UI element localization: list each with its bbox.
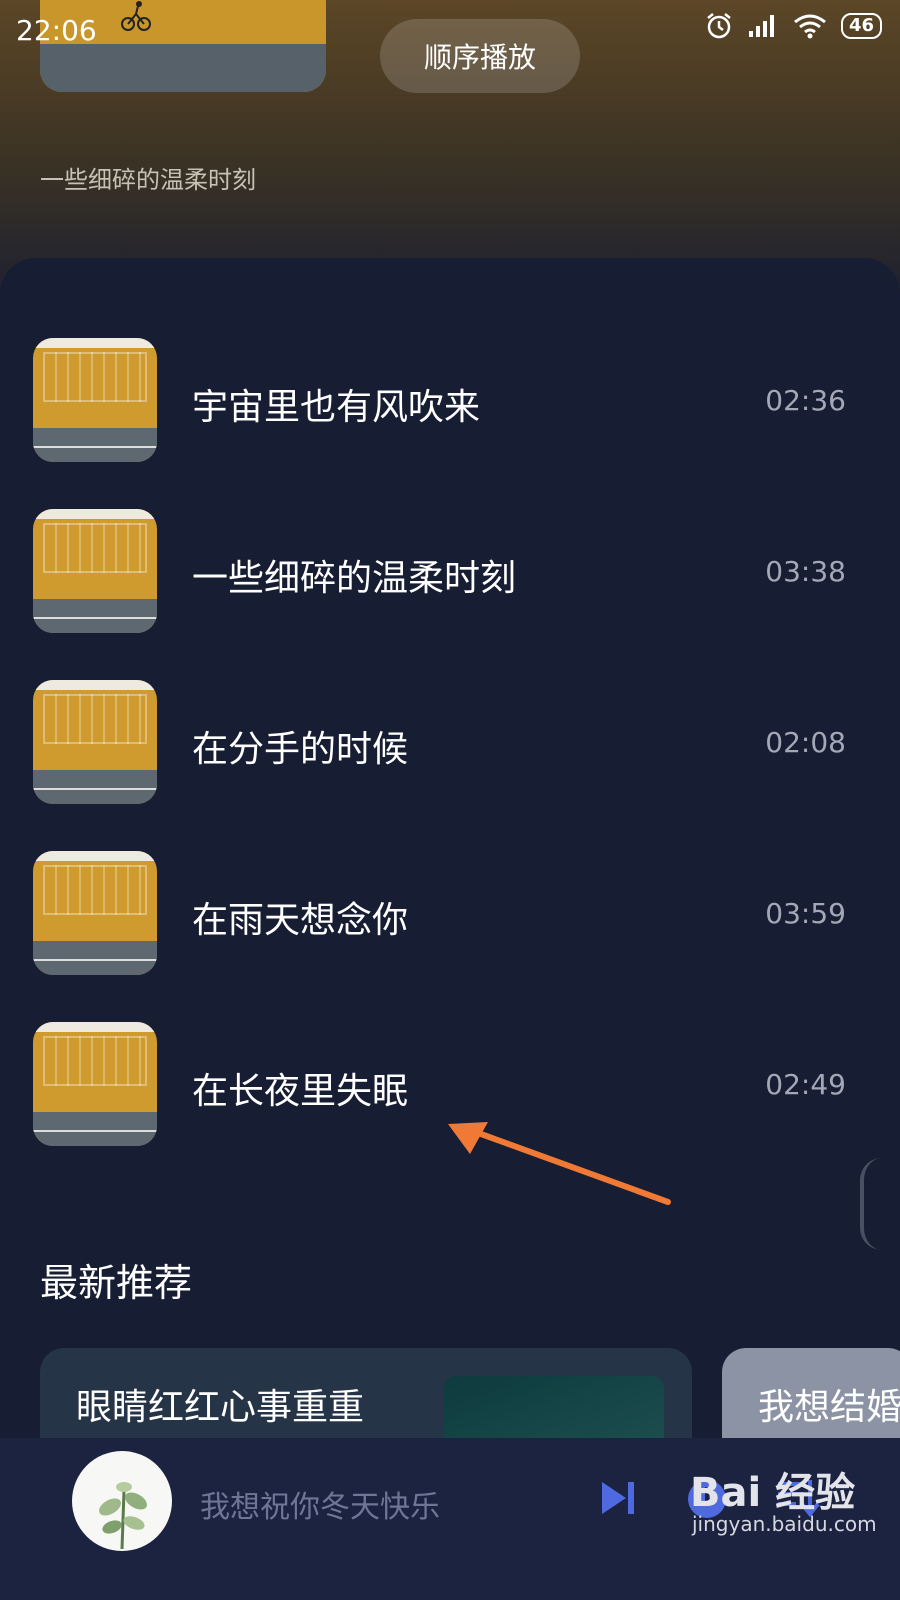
song-title: 在长夜里失眠 xyxy=(192,1071,409,1112)
song-thumbnail xyxy=(33,509,157,633)
thumb-building xyxy=(43,1036,147,1086)
song-row[interactable]: 一些细碎的温柔时刻 03:38 xyxy=(0,509,900,633)
song-thumbnail xyxy=(33,1022,157,1146)
now-playing-title: 我想祝你冬天快乐 xyxy=(200,1490,440,1525)
status-time: 22:06 xyxy=(16,14,97,47)
thumb-street xyxy=(33,428,157,462)
now-playing-avatar[interactable] xyxy=(72,1451,172,1551)
thumb-building xyxy=(43,694,147,744)
song-row[interactable]: 宇宙里也有风吹来 02:36 xyxy=(0,338,900,462)
alarm-icon xyxy=(707,13,731,39)
song-duration: 02:08 xyxy=(765,726,846,759)
song-title: 在雨天想念你 xyxy=(192,900,409,941)
recommend-card-title: 眼睛红红心事重重 xyxy=(76,1387,365,1428)
thumb-street xyxy=(33,770,157,804)
song-duration: 03:38 xyxy=(765,555,846,588)
song-title: 在分手的时候 xyxy=(192,729,409,770)
thumb-stripe xyxy=(33,1130,157,1132)
song-thumbnail xyxy=(33,851,157,975)
next-track-icon[interactable] xyxy=(598,1478,638,1518)
thumb-building xyxy=(43,352,147,402)
battery-indicator: 46 xyxy=(840,13,882,39)
thumb-sky xyxy=(33,851,157,861)
thumb-stripe xyxy=(33,959,157,961)
road xyxy=(40,44,326,92)
watermark-logo: Bai 经验 xyxy=(690,1470,856,1516)
status-icons: 46 xyxy=(705,12,882,40)
playlist-description: 一些细碎的温柔时刻 xyxy=(40,166,256,194)
watermark-url: jingyan.baidu.com xyxy=(692,1512,877,1536)
thumb-sky xyxy=(33,1022,157,1032)
wifi-icon xyxy=(794,14,826,39)
thumb-stripe xyxy=(33,788,157,790)
song-duration: 03:59 xyxy=(765,897,846,930)
song-title: 一些细碎的温柔时刻 xyxy=(192,558,517,599)
signal-icon xyxy=(748,15,774,37)
play-order-button[interactable]: 顺序播放 xyxy=(380,19,580,93)
thumb-street xyxy=(33,1112,157,1146)
song-title: 宇宙里也有风吹来 xyxy=(192,387,481,428)
recommend-section-title: 最新推荐 xyxy=(40,1261,193,1305)
thumb-sky xyxy=(33,680,157,690)
thumb-sky xyxy=(33,338,157,348)
plant-icon xyxy=(99,1482,147,1550)
cyclist-icon xyxy=(121,1,151,31)
thumb-street xyxy=(33,941,157,975)
song-thumbnail xyxy=(33,338,157,462)
song-row[interactable]: 在雨天想念你 03:59 xyxy=(0,851,900,975)
playlist-header: 22:06 46 顺序播放 一些细碎的温柔时刻 xyxy=(0,0,900,300)
thumb-building xyxy=(43,865,147,915)
thumb-stripe xyxy=(33,617,157,619)
song-duration: 02:36 xyxy=(765,384,846,417)
song-row[interactable]: 在分手的时候 02:08 xyxy=(0,680,900,804)
thumb-stripe xyxy=(33,446,157,448)
recommend-card-title: 我想结婚 xyxy=(758,1387,900,1428)
thumb-building xyxy=(43,523,147,573)
thumb-street xyxy=(33,599,157,633)
thumb-sky xyxy=(33,509,157,519)
song-duration: 02:49 xyxy=(765,1068,846,1101)
song-thumbnail xyxy=(33,680,157,804)
side-scroll-handle[interactable] xyxy=(860,1158,886,1250)
annotation-arrow-icon xyxy=(448,1122,671,1205)
